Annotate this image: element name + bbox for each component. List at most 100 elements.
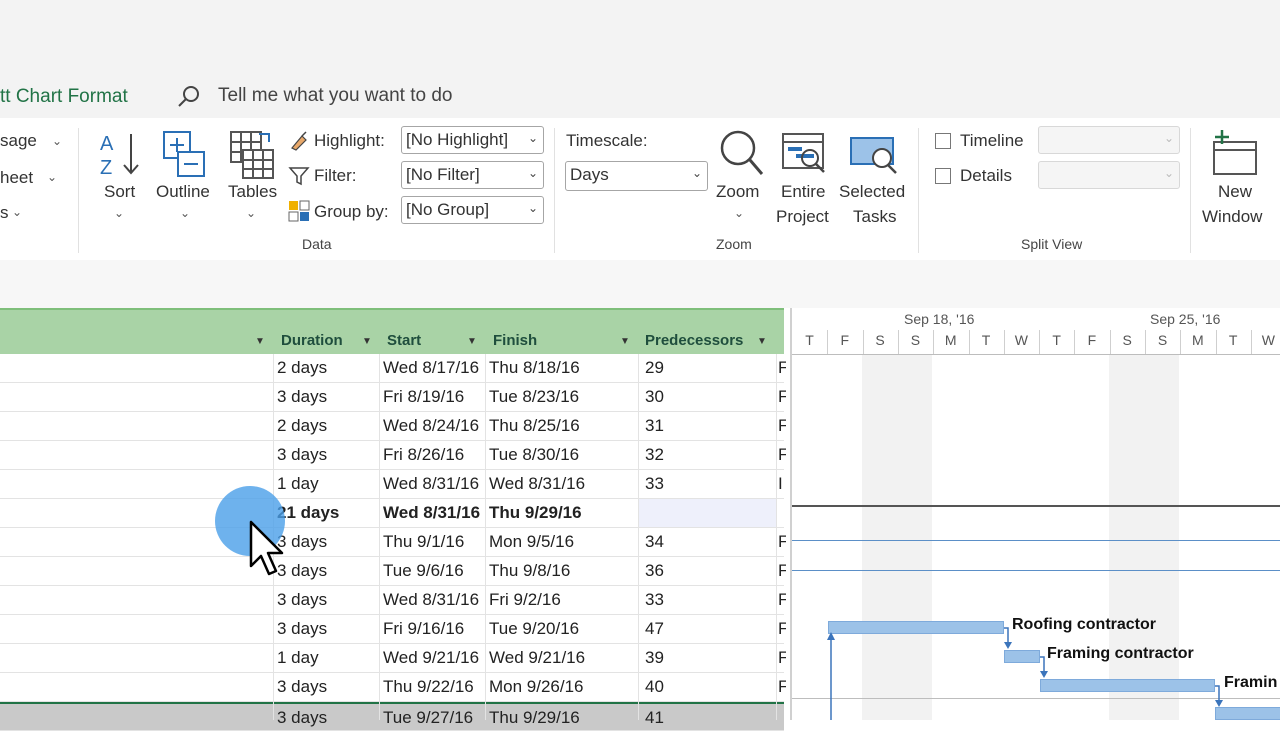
cell-start[interactable]: Wed 8/24/16	[383, 416, 485, 436]
cell-predecessors[interactable]: 34	[645, 532, 775, 552]
ribbon-cut-item-1[interactable]: sage	[0, 131, 37, 151]
cell-finish[interactable]: Tue 8/30/16	[489, 445, 636, 465]
selected-cell[interactable]	[638, 499, 776, 527]
cell-predecessors[interactable]: 47	[645, 619, 775, 639]
new-window-line1[interactable]: New	[1218, 182, 1252, 202]
cell-finish[interactable]: Mon 9/26/16	[489, 677, 636, 697]
filter-dropdown[interactable]: [No Filter] ⌄	[401, 161, 544, 189]
cell-finish[interactable]: Thu 9/29/16	[489, 708, 636, 728]
outline-icon[interactable]	[162, 130, 208, 180]
cell-duration[interactable]: 3 days	[277, 561, 377, 581]
tell-me-input[interactable]: Tell me what you want to do	[218, 85, 452, 107]
cell-finish[interactable]: Thu 8/25/16	[489, 416, 636, 436]
sort-button[interactable]: Sort	[104, 182, 135, 202]
column-header-start[interactable]: Start	[387, 332, 421, 349]
selected-tasks-icon[interactable]	[848, 130, 900, 178]
cell-finish[interactable]: Thu 9/29/16	[489, 503, 636, 523]
group-by-dropdown[interactable]: [No Group] ⌄	[401, 196, 544, 224]
cell-start[interactable]: Tue 9/27/16	[383, 708, 485, 728]
table-row[interactable]: 21 days Wed 8/31/16 Thu 9/29/16	[0, 499, 784, 528]
gantt-chart[interactable]: Sep 18, '16 Sep 25, '16 TFSSMTWTFSSMTW R…	[790, 308, 1280, 720]
cell-predecessors[interactable]: 33	[645, 474, 775, 494]
table-row[interactable]: 3 days Tue 9/27/16 Thu 9/29/16 41	[0, 702, 784, 731]
highlight-dropdown[interactable]: [No Highlight] ⌄	[401, 126, 544, 154]
cell-duration[interactable]: 2 days	[277, 358, 377, 378]
cell-resource[interactable]: F	[778, 677, 786, 697]
details-checkbox[interactable]	[935, 168, 951, 184]
timeline-dropdown[interactable]: ⌄	[1038, 126, 1180, 154]
cell-resource[interactable]: F	[778, 358, 786, 378]
timeline-checkbox[interactable]	[935, 133, 951, 149]
table-row[interactable]: 3 days Fri 8/26/16 Tue 8/30/16 32 F	[0, 441, 786, 470]
cell-finish[interactable]: Mon 9/5/16	[489, 532, 636, 552]
cell-predecessors[interactable]: 36	[645, 561, 775, 581]
cell-resource[interactable]: F	[778, 532, 786, 552]
cell-finish[interactable]: Fri 9/2/16	[489, 590, 636, 610]
cell-duration[interactable]: 21 days	[277, 503, 377, 523]
details-dropdown[interactable]: ⌄	[1038, 161, 1180, 189]
cell-finish[interactable]: Tue 8/23/16	[489, 387, 636, 407]
table-row[interactable]: 1 day Wed 9/21/16 Wed 9/21/16 39 F	[0, 644, 786, 673]
cell-start[interactable]: Wed 8/17/16	[383, 358, 485, 378]
table-row[interactable]: 3 days Thu 9/22/16 Mon 9/26/16 40 F	[0, 673, 786, 702]
column-header-predecessors[interactable]: Predecessors	[645, 332, 743, 349]
column-filter-arrow[interactable]: ▼	[362, 336, 372, 347]
sort-az-icon[interactable]: A Z	[98, 130, 144, 180]
cell-start[interactable]: Thu 9/1/16	[383, 532, 485, 552]
entire-project-line2[interactable]: Project	[776, 207, 829, 227]
column-filter-arrow[interactable]: ▼	[467, 336, 477, 347]
cell-start[interactable]: Tue 9/6/16	[383, 561, 485, 581]
cell-duration[interactable]: 3 days	[277, 619, 377, 639]
table-row[interactable]: 3 days Thu 9/1/16 Mon 9/5/16 34 F	[0, 528, 786, 557]
selected-tasks-line1[interactable]: Selected	[839, 182, 905, 202]
search-icon[interactable]	[176, 84, 202, 110]
cell-start[interactable]: Thu 9/22/16	[383, 677, 485, 697]
cell-finish[interactable]: Wed 8/31/16	[489, 474, 636, 494]
cell-predecessors[interactable]: 39	[645, 648, 775, 668]
cell-predecessors[interactable]: 40	[645, 677, 775, 697]
cell-duration[interactable]: 2 days	[277, 416, 377, 436]
cell-resource[interactable]: F	[778, 590, 786, 610]
entire-project-line1[interactable]: Entire	[781, 182, 825, 202]
ribbon-cut-item-2[interactable]: heet	[0, 168, 33, 188]
cell-predecessors[interactable]: 41	[645, 708, 775, 728]
cell-start[interactable]: Fri 8/26/16	[383, 445, 485, 465]
column-header-duration[interactable]: Duration	[281, 332, 343, 349]
table-row[interactable]: 3 days Fri 8/19/16 Tue 8/23/16 30 F	[0, 383, 786, 412]
tables-icon[interactable]	[229, 128, 275, 180]
cell-start[interactable]: Wed 9/21/16	[383, 648, 485, 668]
cell-finish[interactable]: Thu 9/8/16	[489, 561, 636, 581]
table-row[interactable]: 3 days Wed 8/31/16 Fri 9/2/16 33 F	[0, 586, 786, 615]
cell-start[interactable]: Fri 9/16/16	[383, 619, 485, 639]
entire-project-icon[interactable]	[780, 130, 828, 178]
new-window-icon[interactable]	[1210, 128, 1262, 178]
cell-finish[interactable]: Wed 9/21/16	[489, 648, 636, 668]
cell-duration[interactable]: 1 day	[277, 474, 377, 494]
cell-resource[interactable]: I	[778, 474, 786, 494]
cell-resource[interactable]: F	[778, 648, 786, 668]
cell-duration[interactable]: 3 days	[277, 445, 377, 465]
cell-duration[interactable]: 3 days	[277, 387, 377, 407]
cell-duration[interactable]: 3 days	[277, 532, 377, 552]
cell-predecessors[interactable]: 31	[645, 416, 775, 436]
table-row[interactable]: 3 days Tue 9/6/16 Thu 9/8/16 36 F	[0, 557, 786, 586]
cell-resource[interactable]: F	[778, 561, 786, 581]
cell-predecessors[interactable]: 33	[645, 590, 775, 610]
cell-duration[interactable]: 3 days	[277, 677, 377, 697]
outline-button[interactable]: Outline	[156, 182, 210, 202]
table-row[interactable]: 3 days Fri 9/16/16 Tue 9/20/16 47 F	[0, 615, 786, 644]
tables-button[interactable]: Tables	[228, 182, 277, 202]
cell-resource[interactable]: F	[778, 387, 786, 407]
table-row[interactable]: 1 day Wed 8/31/16 Wed 8/31/16 33 I	[0, 470, 784, 499]
cell-start[interactable]: Wed 8/31/16	[383, 474, 485, 494]
cell-resource[interactable]: F	[778, 416, 786, 436]
cell-duration[interactable]: 1 day	[277, 648, 377, 668]
cell-resource[interactable]: F	[778, 619, 786, 639]
cell-finish[interactable]: Thu 8/18/16	[489, 358, 636, 378]
column-header-finish[interactable]: Finish	[493, 332, 537, 349]
cell-predecessors[interactable]: 32	[645, 445, 775, 465]
new-window-line2[interactable]: Window	[1202, 207, 1262, 227]
cell-duration[interactable]: 3 days	[277, 590, 377, 610]
zoom-icon[interactable]	[716, 128, 766, 180]
column-filter-arrow[interactable]: ▼	[757, 336, 767, 347]
